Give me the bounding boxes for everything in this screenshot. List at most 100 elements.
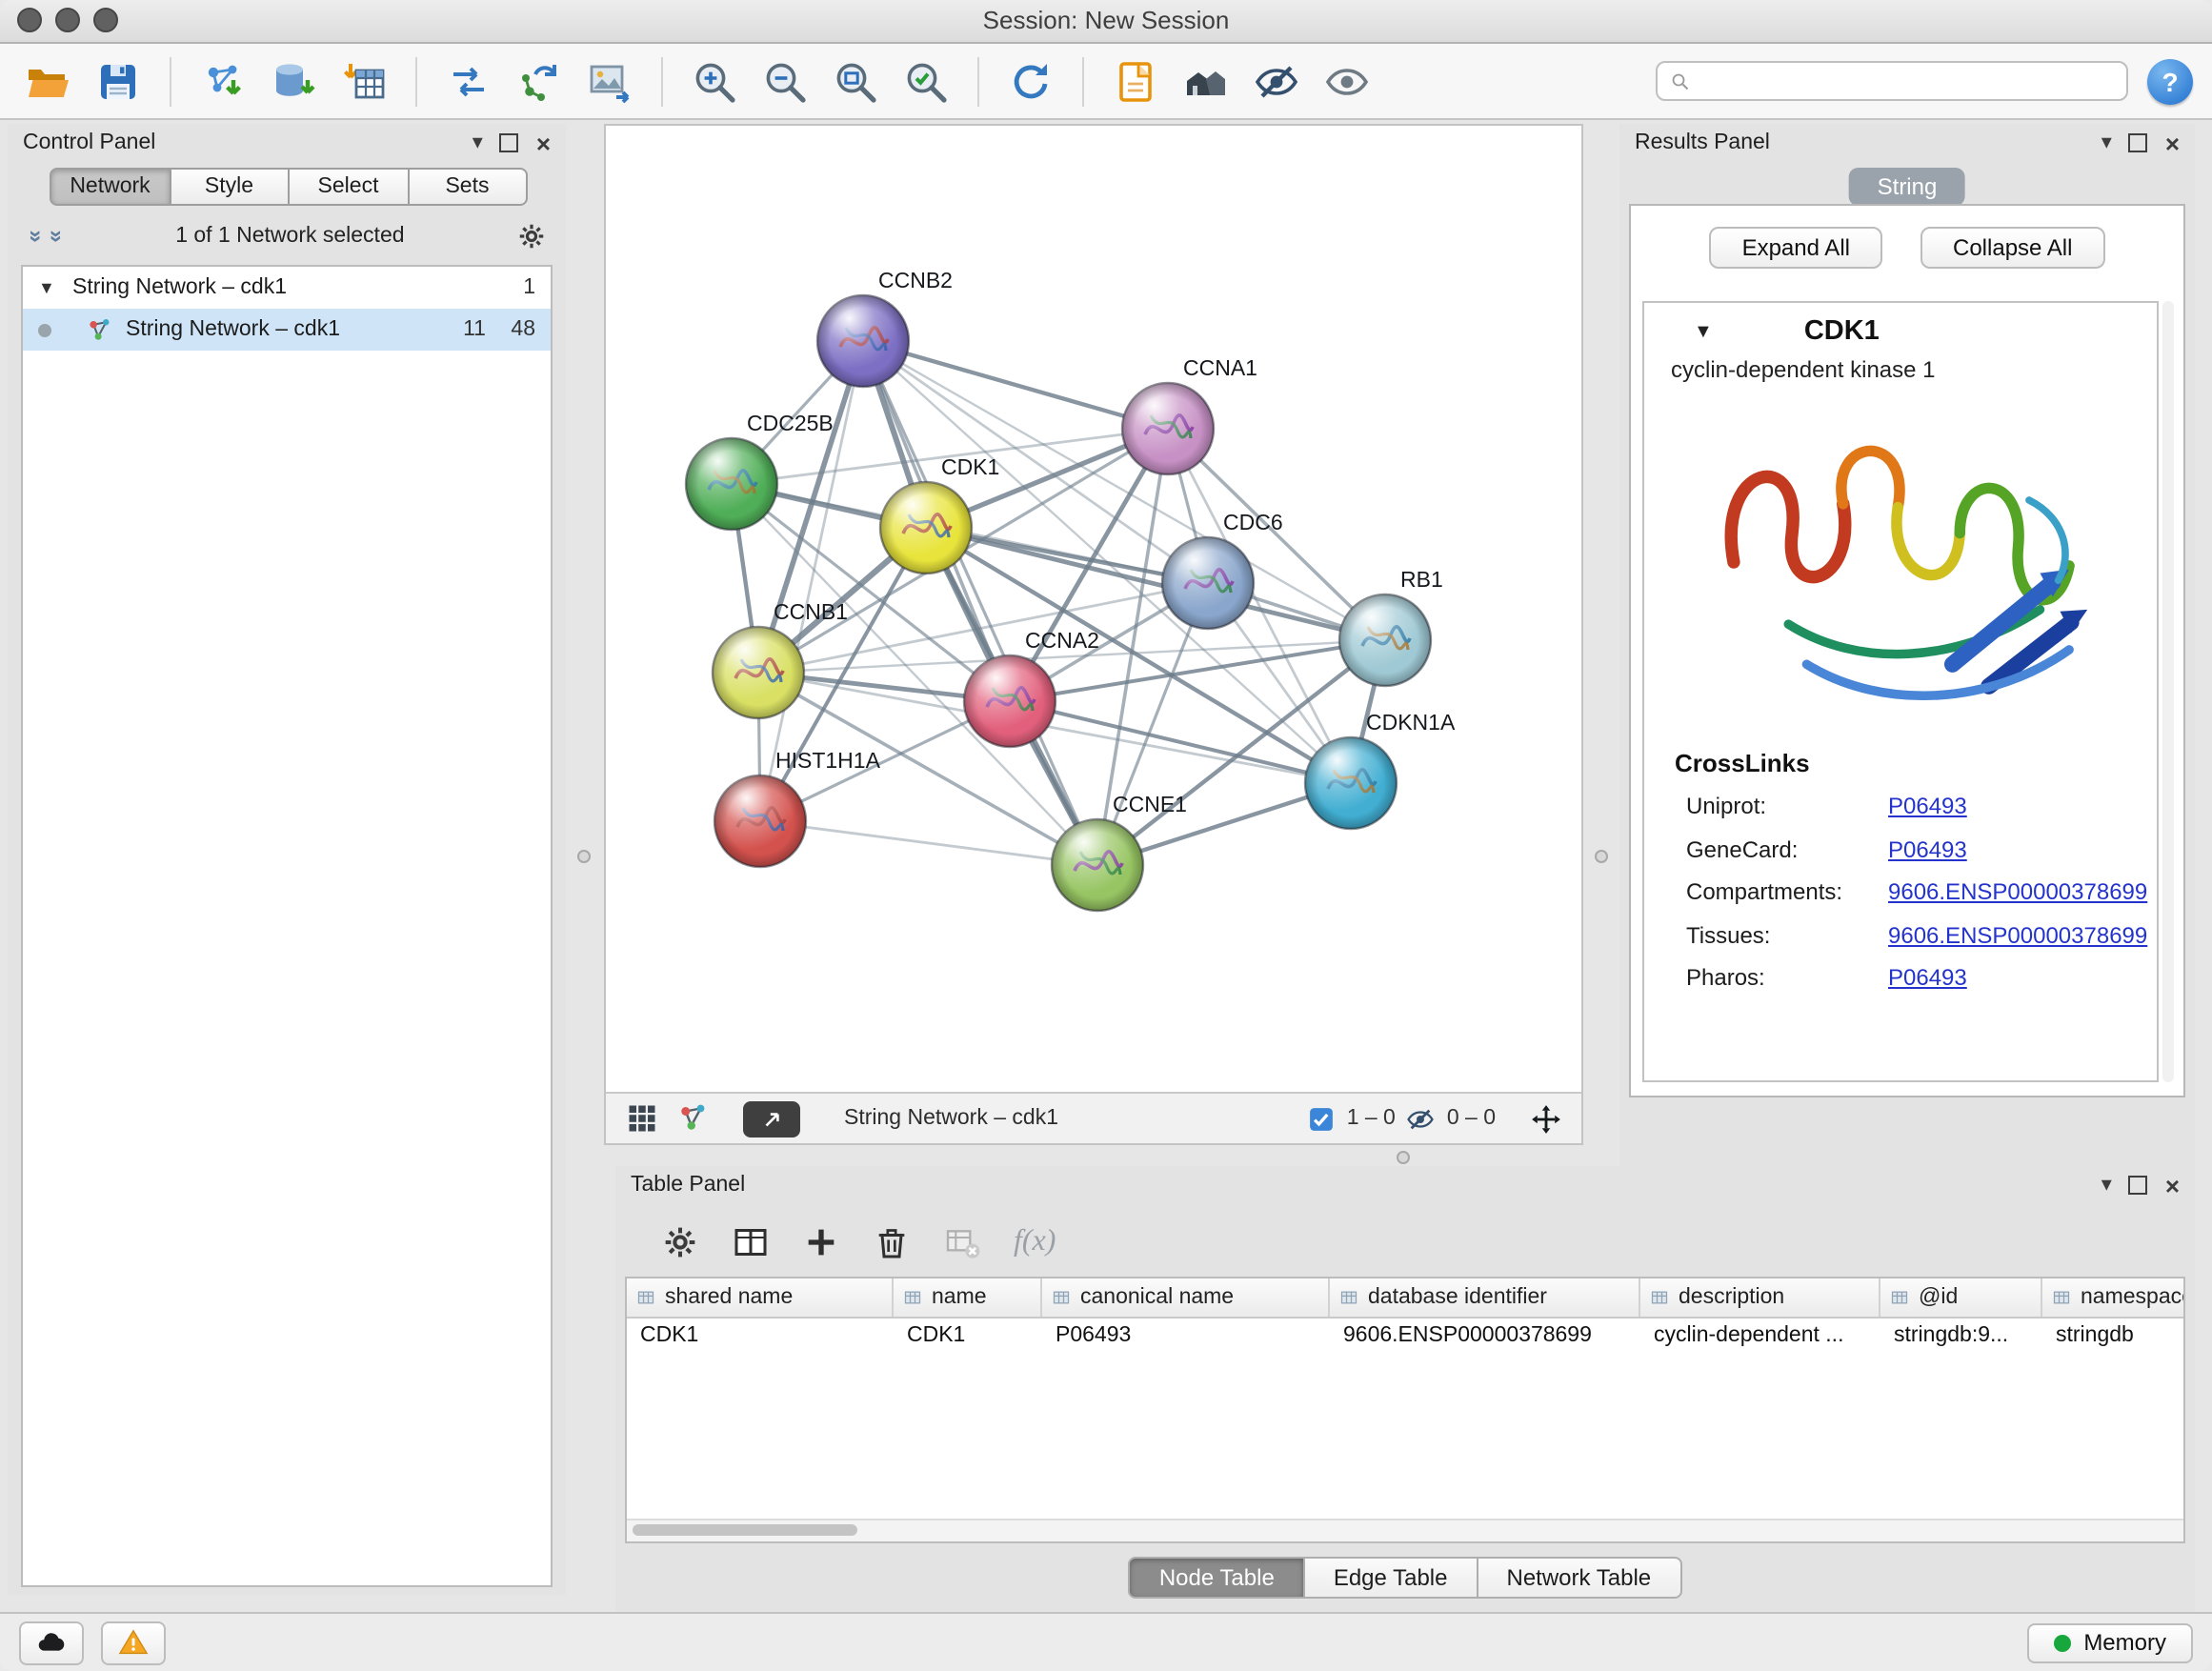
grid-view-icon[interactable] [625,1101,659,1136]
new-network-button[interactable] [440,52,497,110]
bottom-splitter-handle[interactable] [1397,1151,1410,1164]
crosslink-link[interactable]: 9606.ENSP00000378699 [1888,918,2147,954]
edge-CDC6-CCNB1[interactable] [758,583,1208,673]
tab-select[interactable]: Select [290,168,409,206]
home-view-button[interactable] [1177,52,1235,110]
memory-button[interactable]: Memory [2026,1622,2193,1662]
node-CCNA1[interactable] [1122,383,1214,474]
tab-edge-table[interactable]: Edge Table [1305,1557,1478,1599]
toolbar-separator [661,56,663,106]
panel-float-icon[interactable] [2129,1176,2148,1195]
crosslink-link[interactable]: P06493 [1888,832,1967,867]
panel-float-icon[interactable] [2129,133,2148,152]
tab-sets[interactable]: Sets [409,168,528,206]
search-input[interactable] [1699,68,2115,94]
column-header-canonical-name[interactable]: canonical name [1042,1278,1330,1317]
maximize-window-button[interactable] [93,8,118,32]
node-RB1[interactable] [1339,594,1431,686]
results-scrollbar[interactable] [2162,301,2174,1082]
edge-CCNB2-CCNE1[interactable] [863,341,1097,865]
warnings-button[interactable] [101,1621,166,1664]
table-row[interactable]: CDK1CDK1P064939606.ENSP00000378699cyclin… [627,1319,2183,1353]
hidden-eye-icon[interactable] [1407,1104,1436,1133]
zoom-selected-button[interactable] [897,52,955,110]
network-collection-row[interactable]: ▼ String Network – cdk1 1 [23,267,551,309]
left-splitter-handle[interactable] [577,850,591,863]
node-CDC6[interactable] [1162,537,1254,629]
tab-style[interactable]: Style [171,168,290,206]
panel-close-icon[interactable]: × [536,131,551,155]
node-CCNB2[interactable] [817,295,909,387]
table-horizontal-scrollbar[interactable] [627,1519,2183,1541]
add-column-icon[interactable] [802,1223,840,1261]
tab-string[interactable]: String [1849,168,1966,206]
table-settings-gear-icon[interactable] [661,1223,699,1261]
network-options-gear-icon[interactable] [516,221,547,252]
zoom-out-button[interactable] [756,52,814,110]
toolbar-separator [415,56,417,106]
crosslink-link[interactable]: P06493 [1888,789,1967,824]
string-network-icon[interactable] [676,1101,711,1136]
collapse-triangle-icon[interactable]: ▼ [38,278,61,297]
node-CDK1[interactable] [880,482,972,574]
tab-network[interactable]: Network [50,168,171,206]
zoom-in-button[interactable] [686,52,743,110]
column-header-namespace[interactable]: namespace [2042,1278,2185,1317]
tab-node-table[interactable]: Node Table [1129,1557,1305,1599]
delete-column-icon[interactable] [873,1223,911,1261]
node-HIST1H1A[interactable] [714,775,806,867]
close-window-button[interactable] [17,8,42,32]
tab-network-table[interactable]: Network Table [1478,1557,1682,1599]
show-columns-icon[interactable] [732,1223,770,1261]
panel-close-icon[interactable]: × [2165,131,2180,155]
move-tool-icon[interactable] [1530,1102,1562,1135]
column-header-shared-name[interactable]: shared name [627,1278,894,1317]
column-header-name[interactable]: name [894,1278,1042,1317]
edge-HIST1H1A-CCNE1[interactable] [760,821,1097,865]
crosslink-link[interactable]: 9606.ENSP00000378699 [1888,875,2147,910]
open-session-button[interactable] [19,52,76,110]
search-icon [1669,70,1692,92]
save-session-button[interactable] [90,52,147,110]
panel-float-icon[interactable] [500,133,519,152]
expand-all-button[interactable]: Expand All [1710,227,1882,269]
column-header--id[interactable]: @id [1880,1278,2042,1317]
import-network-database-button[interactable] [265,52,322,110]
help-button[interactable]: ? [2147,58,2193,104]
minimize-window-button[interactable] [55,8,80,32]
open-in-window-button[interactable] [743,1100,800,1137]
collapse-all-button[interactable]: Collapse All [1920,227,2104,269]
panel-menu-icon[interactable]: ▾ [473,132,483,153]
network-row[interactable]: String Network – cdk1 11 48 [23,309,551,351]
import-network-file-button[interactable] [194,52,251,110]
apply-layout-button[interactable] [1002,52,1059,110]
search-field[interactable] [1656,61,2128,101]
column-header-description[interactable]: description [1640,1278,1880,1317]
import-table-file-button[interactable] [335,52,392,110]
clone-network-button[interactable] [511,52,568,110]
function-builder-icon[interactable]: f(x) [1014,1225,1056,1259]
selected-checkbox-icon[interactable] [1307,1104,1336,1133]
hide-graphics-details-button[interactable] [1248,52,1305,110]
cloud-button[interactable] [19,1621,84,1664]
node-CCNE1[interactable] [1052,819,1143,911]
right-splitter-handle[interactable] [1595,850,1608,863]
network-graph[interactable]: CCNB2CCNA1CDC25BCDK1CDC6RB1CCNB1CCNA2CDK… [606,126,1581,1092]
column-header-database-identifier[interactable]: database identifier [1330,1278,1640,1317]
node-CCNB1[interactable] [713,627,804,718]
zoom-fit-button[interactable] [827,52,884,110]
node-CDKN1A[interactable] [1305,737,1397,829]
collapse-section-icon[interactable]: ▼ [1694,321,1713,342]
show-graphics-details-button[interactable] [1318,52,1376,110]
edge-CCNB2-CCNA1[interactable] [863,341,1168,429]
export-image-button[interactable] [581,52,638,110]
welcome-screen-button[interactable] [1107,52,1164,110]
scrollbar-thumb[interactable] [633,1524,857,1536]
node-CDC25B[interactable] [686,438,777,530]
panel-menu-icon[interactable]: ▾ [2101,132,2112,153]
panel-close-icon[interactable]: × [2165,1173,2180,1198]
crosslink-link[interactable]: P06493 [1888,961,1967,997]
expand-all-icon[interactable]: « [40,230,67,242]
node-CCNA2[interactable] [964,655,1056,747]
panel-menu-icon[interactable]: ▾ [2101,1175,2112,1196]
